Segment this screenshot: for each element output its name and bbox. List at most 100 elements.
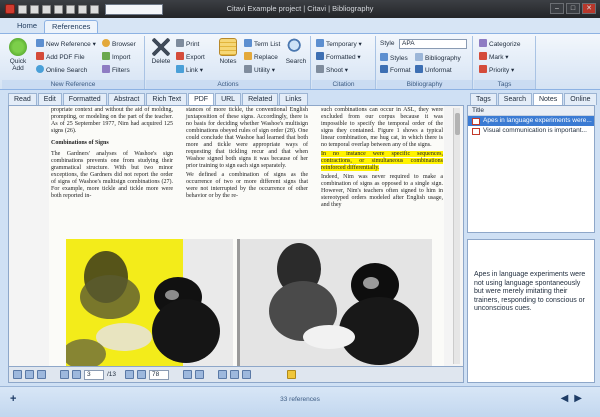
filters-button[interactable]: Filters bbox=[102, 65, 130, 75]
import-button[interactable]: Import bbox=[102, 52, 130, 62]
pdf-paragraph: The Gardners' analyses of Washoe's sign … bbox=[51, 151, 173, 199]
note-tool-icon[interactable] bbox=[230, 370, 240, 379]
page-number-input[interactable]: 3 bbox=[84, 369, 104, 380]
pdf-scrollbar[interactable] bbox=[453, 108, 460, 364]
add-pdf-button[interactable]: Add PDF File bbox=[36, 52, 85, 62]
fit-width-icon[interactable] bbox=[195, 370, 205, 379]
list-item[interactable]: Visual communication is important... bbox=[468, 126, 594, 136]
tab-formatted[interactable]: Formatted bbox=[62, 93, 107, 105]
save-icon[interactable] bbox=[18, 4, 27, 14]
temporary-button[interactable]: Temporary ▾ bbox=[316, 39, 362, 49]
utility-button[interactable]: Utility ▾ bbox=[244, 65, 275, 75]
app-logo-icon[interactable] bbox=[5, 4, 15, 14]
note-title: Apes in language experiments were... bbox=[483, 117, 592, 124]
ribbon: Quick Add New Reference ▾ Add PDF File O… bbox=[0, 33, 600, 90]
fit-page-icon[interactable] bbox=[183, 370, 193, 379]
styles-button[interactable]: Styles bbox=[380, 53, 408, 63]
browser-icon bbox=[102, 39, 110, 47]
replace-button[interactable]: Replace bbox=[244, 52, 278, 62]
search-icon bbox=[287, 38, 305, 56]
format-icon bbox=[380, 65, 388, 73]
close-button[interactable]: ✕ bbox=[582, 3, 596, 14]
unformat-button[interactable]: Unformat bbox=[415, 65, 452, 75]
tab-related[interactable]: Related bbox=[242, 93, 279, 105]
pdf-highlight[interactable]: In no instance were specific sequences, … bbox=[321, 151, 443, 171]
page-up-icon[interactable] bbox=[60, 370, 69, 379]
tab-url[interactable]: URL bbox=[215, 93, 242, 105]
note-detail[interactable]: Apes in language experiments were not us… bbox=[467, 239, 595, 383]
preview-icon[interactable] bbox=[90, 4, 99, 14]
tab-edit[interactable]: Edit bbox=[37, 93, 62, 105]
title-bar: Citavi Example project | Citavi | Biblio… bbox=[0, 0, 600, 18]
pdf-paragraph: Indeed, Nim was never required to make a… bbox=[321, 174, 443, 208]
highlight-tool-icon[interactable] bbox=[218, 370, 228, 379]
notes-button[interactable]: Notes bbox=[214, 38, 242, 65]
notes-list: Title Apes in language experiments were.… bbox=[467, 105, 595, 233]
mark-button[interactable]: Mark ▾ bbox=[479, 52, 509, 62]
tab-abstract[interactable]: Abstract bbox=[107, 93, 146, 105]
tab-links[interactable]: Links bbox=[279, 93, 308, 105]
tab-read[interactable]: Read bbox=[8, 93, 37, 105]
shoot-icon bbox=[316, 65, 324, 73]
pdf-paragraph: stances of more tickle, the conventional… bbox=[186, 107, 308, 169]
browser-button[interactable]: Browser bbox=[102, 39, 136, 49]
quick-add-button[interactable]: Quick Add bbox=[4, 38, 32, 72]
export-button[interactable]: Export bbox=[176, 52, 205, 62]
pdf-viewer[interactable]: propriate context and without the aid of… bbox=[8, 105, 464, 367]
zoom-input[interactable]: 78 bbox=[149, 369, 170, 380]
window-icon[interactable] bbox=[54, 4, 63, 14]
tab-tags[interactable]: Tags bbox=[470, 93, 497, 105]
priority-button[interactable]: Priority ▾ bbox=[479, 65, 514, 75]
format-button[interactable]: Format bbox=[380, 65, 411, 75]
tab-references[interactable]: References bbox=[44, 20, 99, 33]
zoom-out-icon[interactable] bbox=[125, 370, 135, 379]
group-bibliography: Style APA Styles Bibliography Format Unf… bbox=[377, 36, 473, 89]
list-item[interactable]: Apes in language experiments were... bbox=[468, 116, 594, 126]
export-icon bbox=[176, 52, 184, 60]
pdf-paragraph: propriate context and without the aid of… bbox=[51, 107, 173, 134]
arrow-left-icon[interactable]: ◀ bbox=[561, 393, 575, 404]
pdf-heading: Combinations of Signs bbox=[51, 140, 109, 146]
panel-icon[interactable] bbox=[66, 4, 75, 14]
page-count: /13 bbox=[107, 371, 117, 378]
search-button[interactable]: Search bbox=[282, 38, 310, 65]
categorize-icon bbox=[479, 39, 487, 47]
tab-search[interactable]: Search bbox=[497, 93, 532, 105]
print-button[interactable]: Print bbox=[176, 39, 199, 49]
maximize-button[interactable]: □ bbox=[566, 3, 580, 14]
tab-online[interactable]: Online bbox=[564, 93, 597, 105]
categorize-button[interactable]: Categorize bbox=[479, 39, 520, 49]
new-reference-button[interactable]: New Reference ▾ bbox=[36, 39, 96, 49]
title-search-input[interactable] bbox=[105, 3, 163, 15]
tab-home[interactable]: Home bbox=[10, 20, 44, 33]
online-search-button[interactable]: Online Search bbox=[36, 65, 87, 75]
select-tool-icon[interactable] bbox=[13, 370, 22, 379]
arrow-right-icon[interactable]: ▶ bbox=[574, 393, 588, 404]
minimize-button[interactable]: – bbox=[550, 3, 564, 14]
redo-icon[interactable] bbox=[42, 4, 51, 14]
shoot-button[interactable]: Shoot ▾ bbox=[316, 65, 348, 75]
scrollbar-thumb[interactable] bbox=[455, 113, 460, 135]
pdf-column-1: propriate context and without the aid of… bbox=[51, 107, 173, 202]
zoom-in-icon[interactable] bbox=[137, 370, 147, 379]
tab-notes[interactable]: Notes bbox=[532, 93, 564, 105]
styles-icon bbox=[380, 53, 388, 61]
link-button[interactable]: Link ▾ bbox=[176, 65, 203, 75]
notes-list-header[interactable]: Title bbox=[468, 106, 594, 116]
style-label: Style bbox=[380, 40, 395, 47]
undo-icon[interactable] bbox=[30, 4, 39, 14]
bibliography-button[interactable]: Bibliography bbox=[415, 53, 461, 63]
quote-tool-icon[interactable] bbox=[242, 370, 252, 379]
layout-icon[interactable] bbox=[78, 4, 87, 14]
tab-pdf[interactable]: PDF bbox=[188, 93, 215, 105]
term-list-button[interactable]: Term List bbox=[244, 39, 280, 49]
style-select[interactable]: APA bbox=[399, 39, 467, 49]
highlight-color-icon[interactable] bbox=[287, 370, 297, 379]
page-down-icon[interactable] bbox=[72, 370, 81, 379]
tab-rich-text[interactable]: Rich Text bbox=[146, 93, 188, 105]
print-icon[interactable] bbox=[37, 370, 46, 379]
hand-tool-icon[interactable] bbox=[25, 370, 34, 379]
delete-button[interactable]: Delete bbox=[147, 38, 175, 65]
group-actions: Delete Print Export Link ▾ Notes Term Li… bbox=[146, 36, 311, 89]
formatted-button[interactable]: Formatted ▾ bbox=[316, 52, 361, 62]
